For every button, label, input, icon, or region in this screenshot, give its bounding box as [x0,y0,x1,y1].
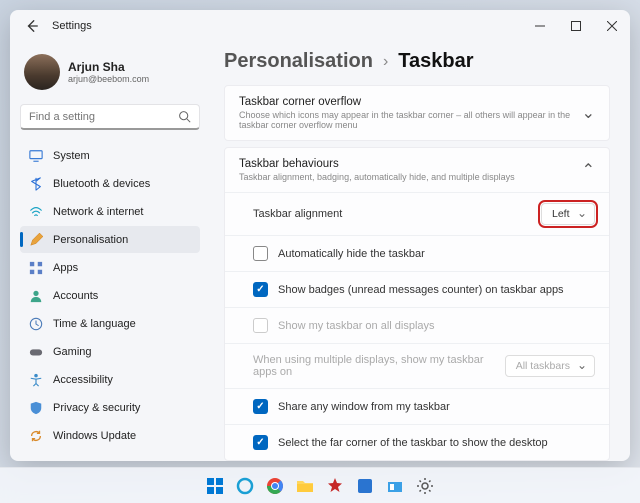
profile-email: arjun@beebom.com [68,74,149,84]
titlebar: Settings [10,10,630,42]
multi-show-dropdown: All taskbars [505,355,595,377]
profile-name: Arjun Sha [68,60,149,74]
accessibility-icon [28,372,43,387]
sidebar-item-label: Time & language [53,318,136,330]
alignment-dropdown[interactable]: Left [541,203,595,225]
sidebar-item-label: Gaming [53,346,92,358]
minimize-button[interactable] [522,12,558,40]
section-title: Taskbar behaviours [239,158,515,170]
breadcrumb-current: Taskbar [398,50,473,73]
profile[interactable]: Arjun Sha arjun@beebom.com [20,50,200,98]
chevron-up-icon: ⌃ [582,160,595,180]
accounts-icon [28,288,43,303]
main-content: Personalisation › Taskbar Taskbar corner… [210,42,630,461]
sidebar-item-label: Bluetooth & devices [53,178,150,190]
nav-menu: System Bluetooth & devices Network & int… [20,142,200,449]
chevron-right-icon: › [383,53,388,71]
search-box[interactable] [20,104,200,130]
sidebar-item-label: Accounts [53,290,98,302]
search-icon [178,110,191,123]
checkbox-far-corner[interactable] [253,435,268,450]
row-label: Taskbar alignment [253,208,541,220]
sidebar-item-label: System [53,150,90,162]
section-subtitle: Taskbar alignment, badging, automaticall… [239,172,515,182]
search-input[interactable] [29,111,178,123]
sidebar-item-label: Personalisation [53,234,128,246]
row-alignment: Taskbar alignment Left [225,192,609,235]
row-share-window[interactable]: Share any window from my taskbar [225,388,609,424]
clock-icon [28,316,43,331]
gaming-icon [28,344,43,359]
network-icon [28,204,43,219]
sidebar-item-label: Network & internet [53,206,143,218]
checkbox-badges[interactable] [253,282,268,297]
system-icon [28,148,43,163]
breadcrumb-parent[interactable]: Personalisation [224,50,373,73]
row-label: Select the far corner of the taskbar to … [278,437,595,449]
row-multi-show: When using multiple displays, show my ta… [225,343,609,388]
checkbox-autohide[interactable] [253,246,268,261]
row-all-displays: Show my taskbar on all displays [225,307,609,343]
sidebar-item-bluetooth[interactable]: Bluetooth & devices [20,170,200,197]
breadcrumb: Personalisation › Taskbar [224,50,610,73]
avatar [24,54,60,90]
shield-icon [28,400,43,415]
sidebar-item-privacy[interactable]: Privacy & security [20,394,200,421]
personalisation-icon [28,232,43,247]
taskbar-app-icon[interactable] [233,474,257,498]
checkbox-share-window[interactable] [253,399,268,414]
bluetooth-icon [28,176,43,191]
sidebar-item-label: Privacy & security [53,402,140,414]
sidebar-item-network[interactable]: Network & internet [20,198,200,225]
sidebar-item-apps[interactable]: Apps [20,254,200,281]
close-button[interactable] [594,12,630,40]
sidebar: Arjun Sha arjun@beebom.com System Blueto… [10,42,210,461]
sidebar-item-gaming[interactable]: Gaming [20,338,200,365]
checkbox-all-displays [253,318,268,333]
row-label: Share any window from my taskbar [278,401,595,413]
sidebar-item-accessibility[interactable]: Accessibility [20,366,200,393]
section-behaviours: Taskbar behaviours Taskbar alignment, ba… [224,147,610,461]
row-label: Automatically hide the taskbar [278,248,595,260]
start-button[interactable] [203,474,227,498]
sidebar-item-update[interactable]: Windows Update [20,422,200,449]
sidebar-item-personalisation[interactable]: Personalisation [20,226,200,253]
apps-icon [28,260,43,275]
window-title: Settings [52,20,92,32]
taskbar-app-icon[interactable] [323,474,347,498]
taskbar[interactable] [0,467,640,503]
row-far-corner[interactable]: Select the far corner of the taskbar to … [225,424,609,460]
chevron-down-icon: ⌄ [582,103,595,123]
row-label: Show my taskbar on all displays [278,320,595,332]
settings-window: Settings Arjun Sha arjun@beebom.com Syst… [10,10,630,461]
update-icon [28,428,43,443]
section-corner-overflow: Taskbar corner overflow Choose which ico… [224,85,610,141]
row-label: Show badges (unread messages counter) on… [278,284,595,296]
taskbar-app-icon[interactable] [383,474,407,498]
sidebar-item-label: Apps [53,262,78,274]
section-header-behaviours[interactable]: Taskbar behaviours Taskbar alignment, ba… [225,148,609,192]
sidebar-item-label: Accessibility [53,374,113,386]
taskbar-settings-icon[interactable] [413,474,437,498]
maximize-button[interactable] [558,12,594,40]
taskbar-chrome-icon[interactable] [263,474,287,498]
section-subtitle: Choose which icons may appear in the tas… [239,110,582,130]
section-header-overflow[interactable]: Taskbar corner overflow Choose which ico… [225,86,609,140]
row-badges[interactable]: Show badges (unread messages counter) on… [225,271,609,307]
section-title: Taskbar corner overflow [239,96,582,108]
sidebar-item-label: Windows Update [53,430,136,442]
sidebar-item-system[interactable]: System [20,142,200,169]
sidebar-item-time[interactable]: Time & language [20,310,200,337]
row-autohide[interactable]: Automatically hide the taskbar [225,235,609,271]
back-button[interactable] [22,16,42,36]
taskbar-explorer-icon[interactable] [293,474,317,498]
taskbar-app-icon[interactable] [353,474,377,498]
sidebar-item-accounts[interactable]: Accounts [20,282,200,309]
row-label: When using multiple displays, show my ta… [253,354,505,378]
